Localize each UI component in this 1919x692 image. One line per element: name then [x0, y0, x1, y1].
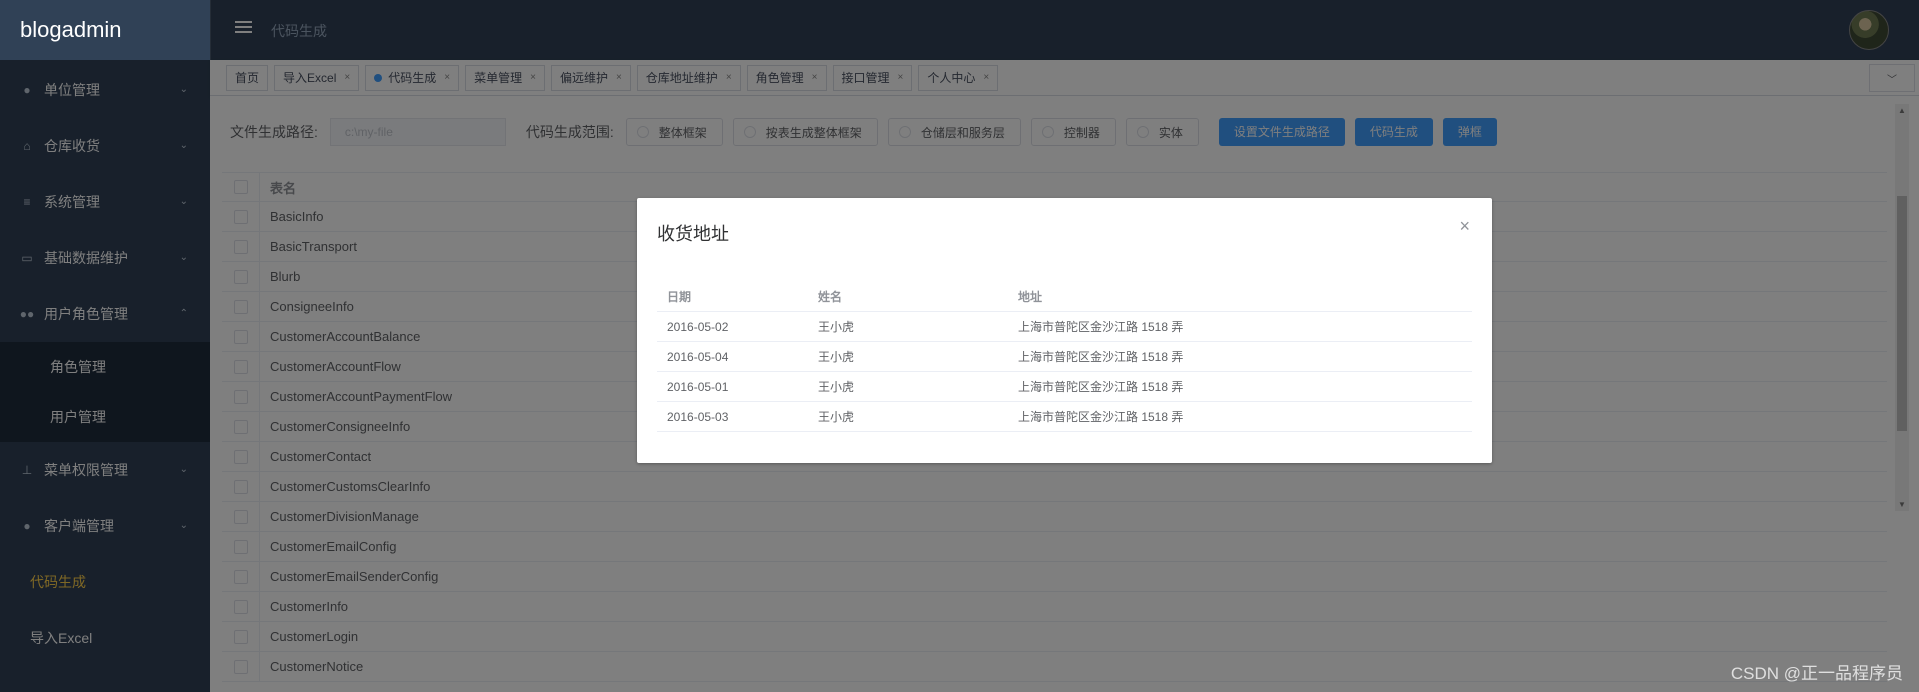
dialog-table-row[interactable]: 2016-05-03 王小虎 上海市普陀区金沙江路 1518 弄	[657, 402, 1472, 432]
dialog-table-row[interactable]: 2016-05-04 王小虎 上海市普陀区金沙江路 1518 弄	[657, 342, 1472, 372]
column-header: 地址	[1018, 290, 1043, 304]
dialog-table-row[interactable]: 2016-05-01 王小虎 上海市普陀区金沙江路 1518 弄	[657, 372, 1472, 402]
column-header: 姓名	[818, 290, 843, 304]
table-cell: 王小虎	[818, 380, 855, 394]
address-dialog: 收货地址 × 日期 姓名 地址 2016-05-02 王小虎 上海市普陀区金沙江路 151…	[637, 198, 1492, 463]
table-cell: 上海市普陀区金沙江路 1518 弄	[1018, 410, 1184, 424]
app-logo[interactable]: blogadmin	[0, 0, 210, 60]
table-cell: 上海市普陀区金沙江路 1518 弄	[1018, 380, 1184, 394]
watermark: CSDN @正一品程序员	[1730, 664, 1903, 683]
dialog-table-row[interactable]: 2016-05-02 王小虎 上海市普陀区金沙江路 1518 弄	[657, 312, 1472, 342]
table-cell: 上海市普陀区金沙江路 1518 弄	[1018, 320, 1184, 334]
table-cell: 王小虎	[818, 320, 855, 334]
close-icon[interactable]: ×	[1459, 216, 1470, 237]
table-cell: 王小虎	[818, 410, 855, 424]
table-cell: 上海市普陀区金沙江路 1518 弄	[1018, 350, 1184, 364]
table-cell: 2016-05-01	[667, 379, 729, 394]
column-header: 日期	[667, 290, 692, 304]
dialog-title: 收货地址	[657, 224, 729, 244]
table-cell: 2016-05-03	[667, 409, 729, 424]
table-cell: 2016-05-04	[667, 349, 729, 364]
table-cell: 王小虎	[818, 350, 855, 364]
table-cell: 2016-05-02	[667, 319, 729, 334]
dialog-table-header: 日期 姓名 地址	[657, 282, 1472, 312]
dialog-table: 日期 姓名 地址 2016-05-02 王小虎 上海市普陀区金沙江路 1518 弄 2016…	[657, 282, 1472, 432]
